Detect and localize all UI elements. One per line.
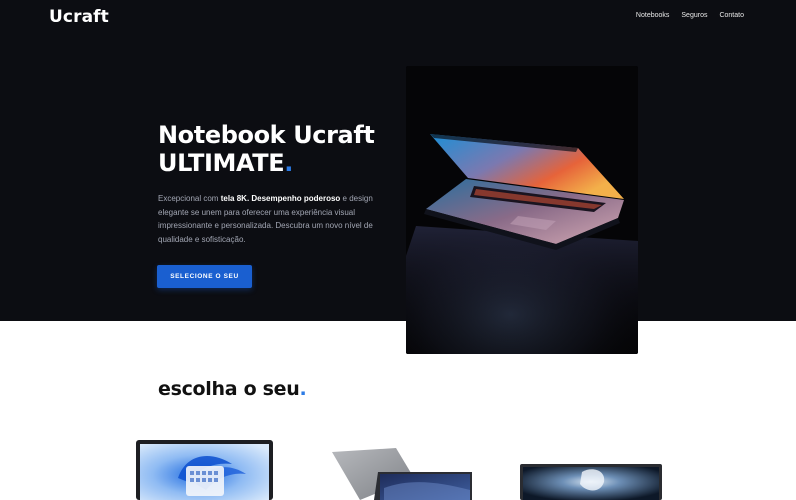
select-yours-button[interactable]: SELECIONE O SEU xyxy=(157,265,252,288)
section-title-dot: . xyxy=(299,378,307,400)
section-title: escolha o seu. xyxy=(158,378,307,400)
nav-link-seguros[interactable]: Seguros xyxy=(681,12,707,19)
section-title-text: escolha o seu xyxy=(158,378,300,400)
hero-title-line2: ULTIMATE xyxy=(158,149,285,177)
nav-link-contato[interactable]: Contato xyxy=(719,12,744,19)
laptop-dark-image xyxy=(520,464,662,500)
product-card-2[interactable] xyxy=(330,438,474,500)
hero-laptop-image xyxy=(406,66,638,354)
hero-title-dot: . xyxy=(284,149,293,177)
hero-section: Ucraft Notebooks Seguros Contato Noteboo… xyxy=(0,0,796,321)
top-nav: Notebooks Seguros Contato xyxy=(636,12,744,19)
laptop-illustration xyxy=(406,66,638,354)
nav-link-notebooks[interactable]: Notebooks xyxy=(636,12,669,19)
hero-desc-part1: Excepcional com xyxy=(158,194,221,203)
brand-logo[interactable]: Ucraft xyxy=(49,7,109,27)
hero-title: Notebook Ucraft ULTIMATE. xyxy=(158,121,375,177)
product-card-1[interactable] xyxy=(136,438,273,500)
laptop-gray-image xyxy=(332,448,472,500)
hero-title-line1: Notebook Ucraft xyxy=(158,121,375,149)
laptop-windows-image xyxy=(136,440,273,500)
hero-desc-bold: tela 8K. Desempenho poderoso xyxy=(220,194,341,203)
hero-description: Excepcional com tela 8K. Desempenho pode… xyxy=(158,192,383,246)
product-card-3[interactable] xyxy=(520,438,662,500)
